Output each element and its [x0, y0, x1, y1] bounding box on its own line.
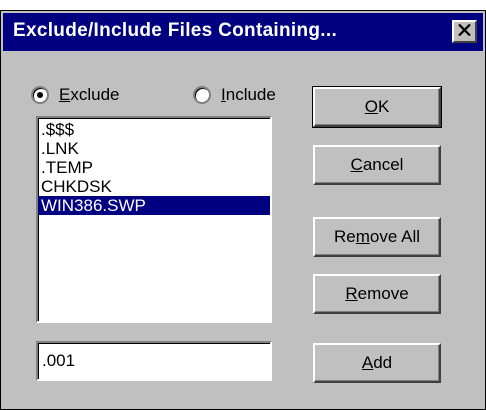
list-item[interactable]: .$$$ — [38, 120, 270, 139]
include-radio-button[interactable] — [193, 86, 211, 104]
close-icon — [458, 23, 471, 41]
list-item[interactable]: CHKDSK — [38, 177, 270, 196]
title-bar[interactable]: Exclude/Include Files Containing... — [3, 13, 483, 51]
cancel-button[interactable]: Cancel — [313, 145, 441, 185]
remove-button-label: Remove — [345, 284, 409, 303]
add-button-label: Add — [361, 353, 393, 372]
exclude-radio[interactable]: Exclude — [31, 85, 119, 105]
background-window-strip — [0, 0, 486, 10]
list-item-selected[interactable]: WIN386.SWP — [38, 196, 270, 215]
exclude-include-dialog: Exclude/Include Files Containing... Excl… — [0, 10, 486, 410]
close-button[interactable] — [452, 20, 477, 43]
window-title: Exclude/Include Files Containing... — [13, 20, 338, 41]
remove-all-button-label: Remove All — [334, 227, 420, 246]
add-button[interactable]: Add — [313, 343, 441, 383]
pattern-input-box[interactable] — [36, 341, 272, 381]
remove-button[interactable]: Remove — [313, 274, 441, 314]
remove-all-button[interactable]: Remove All — [313, 217, 441, 257]
ok-button[interactable]: OK — [312, 86, 442, 128]
file-pattern-list[interactable]: .$$$ .LNK .TEMP CHKDSK WIN386.SWP — [36, 116, 272, 323]
list-item[interactable]: .LNK — [38, 139, 270, 158]
exclude-radio-button[interactable] — [31, 86, 49, 104]
pattern-input[interactable] — [42, 351, 262, 371]
include-radio[interactable]: Include — [193, 85, 276, 105]
list-item[interactable]: .TEMP — [38, 158, 270, 177]
ok-button-label: OK — [364, 97, 390, 116]
cancel-button-label: Cancel — [350, 155, 404, 174]
exclude-radio-label: Exclude — [59, 85, 120, 104]
include-radio-label: Include — [221, 85, 276, 104]
